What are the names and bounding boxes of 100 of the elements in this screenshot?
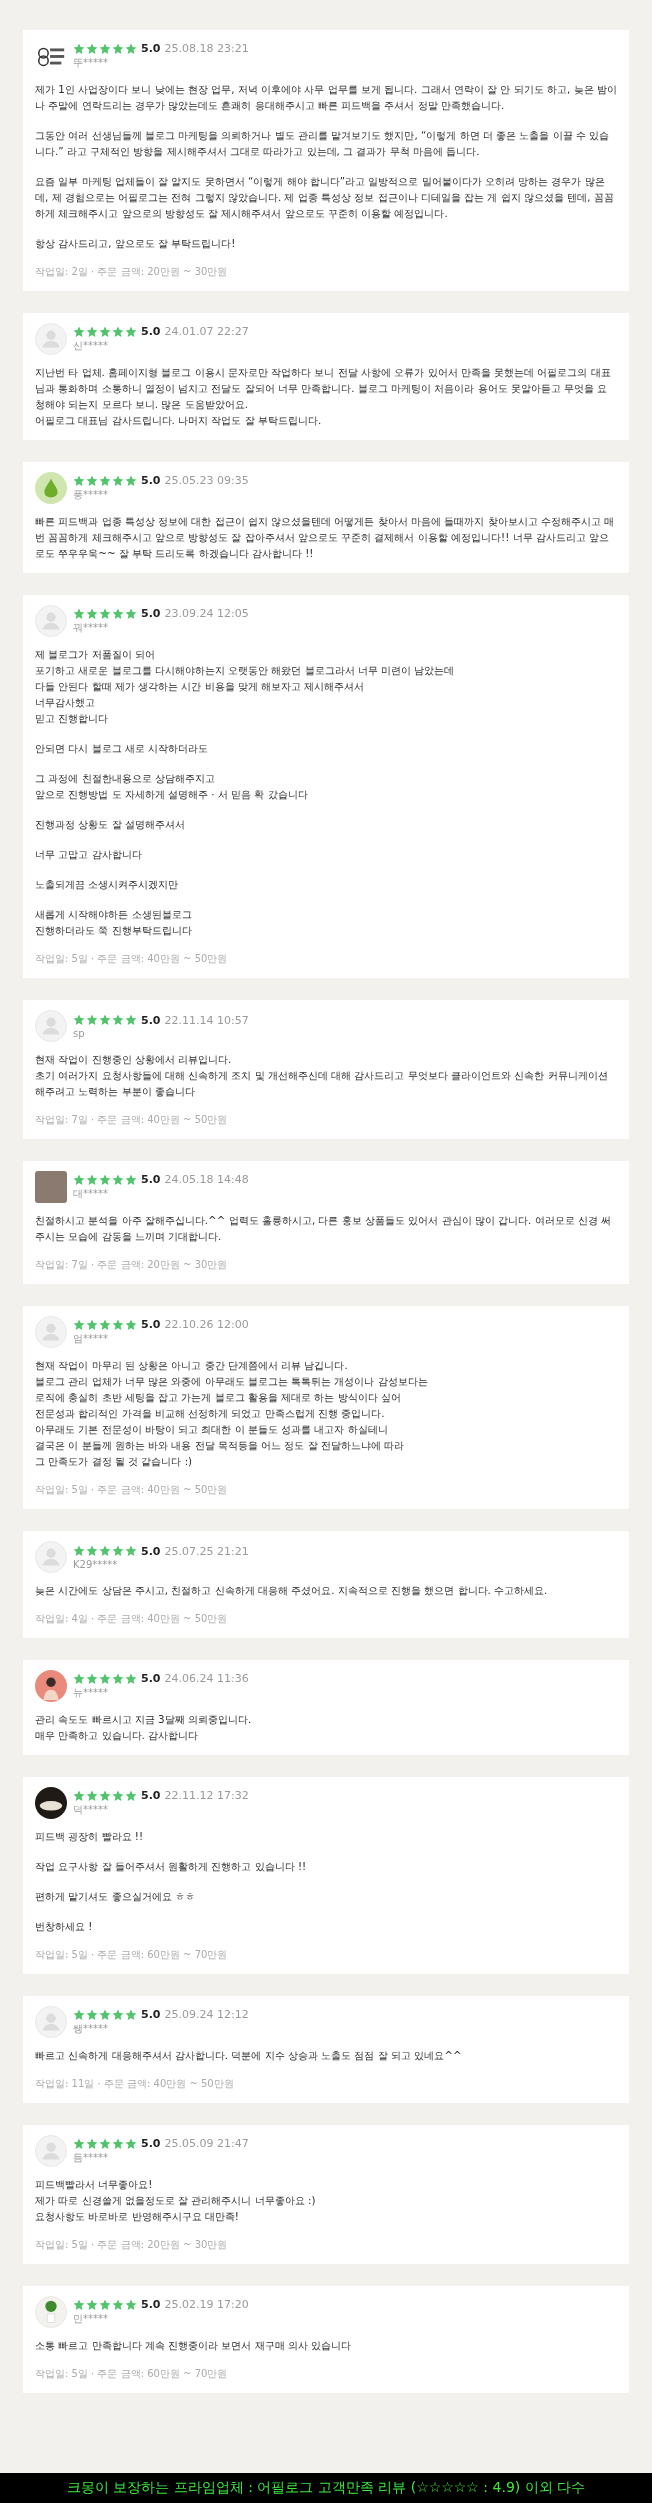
star-icon: [125, 1173, 137, 1186]
star-icon: [99, 1545, 111, 1557]
review-text: 소통 빠르고 만족합니다 계속 진행중이라 보면서 재구매 의사 있습니다: [35, 2338, 353, 2353]
star-icon: [73, 2008, 85, 2021]
review-date: 22.11.14 10:57: [164, 1013, 249, 1027]
review-text: 번창하세요 !: [35, 1919, 94, 1934]
star-icon: [73, 1545, 85, 1557]
rating-score: 5.0: [141, 2008, 161, 2021]
star-icon: [73, 2137, 85, 2150]
star-icon: [112, 1014, 124, 1026]
star-icon: [112, 1318, 124, 1331]
review-text: 현재 작업이 진행중인 상황에서 리뷰입니다. 초기 여러가지 요청사항들에 대해 신속하게 조치 및 개선해주신데 대해 감사드리고 무엇보다 클라이언트와 신속한 커뮤니케이션 해주려고 노력하는 부분이 좋습니다: [35, 1052, 609, 1099]
star-icon: [86, 325, 98, 338]
reviewer-name: 뉴*****: [73, 1686, 109, 1700]
star-icon: [125, 2298, 137, 2311]
reviewer-name: 민*****: [73, 2312, 109, 2326]
star-icon: [99, 1318, 111, 1331]
order-info: 작업일: 7일 · 주문 금액: 40만원 ~ 50만원: [35, 1113, 229, 1127]
star-icon: [99, 1789, 111, 1802]
default-avatar-icon: [35, 1010, 67, 1042]
order-info: 작업일: 5일 · 주문 금액: 60만원 ~ 70만원: [35, 2367, 229, 2381]
order-info: 작업일: 5일 · 주문 금액: 60만원 ~ 70만원: [35, 1948, 229, 1962]
star-icon: [125, 2008, 137, 2021]
rating-score: 5.0: [141, 1544, 161, 1558]
reviewer-name: 풍*****: [73, 488, 109, 502]
review-date: 25.05.23 09:35: [164, 474, 249, 487]
review-text: 항상 감사드리고, 앞으로도 잘 부탁드립니다!: [35, 236, 237, 251]
star-icon: [99, 2298, 111, 2311]
review-text: 빠르고 신속하게 대응해주셔서 감사합니다. 덕분에 지수 상승과 노출도 점점 잘 되고 있네요^^: [35, 2048, 463, 2063]
star-icon: [86, 1014, 98, 1026]
star-icon: [125, 1318, 137, 1331]
default-avatar-icon: [35, 2006, 67, 2038]
review-text: 새롭게 시작해야하든 소생된블로그 진행하더라도 쭉 진행부탁드립니다: [35, 907, 193, 938]
rating-score: 5.0: [141, 2137, 161, 2150]
star-icon: [125, 1014, 137, 1026]
review-text: 노출되게끔 소생시켜주시겠지만: [35, 877, 180, 892]
star-icon: [73, 607, 85, 620]
star-icon: [86, 1545, 98, 1557]
star-icon: [112, 1789, 124, 1802]
reviewer-name: 대*****: [73, 1187, 109, 1201]
rating-score: 5.0: [141, 42, 161, 55]
reviewer-name: K29*****: [73, 1558, 119, 1570]
reviewer-name: 신*****: [73, 339, 109, 353]
star-icon: [86, 2137, 98, 2150]
star-icon: [86, 1672, 98, 1685]
star-icon: [112, 2137, 124, 2150]
review-date: 25.07.25 21:21: [164, 1544, 249, 1558]
star-icon: [125, 2137, 137, 2150]
star-icon: [99, 474, 111, 487]
review-text: 관리 속도도 빠르시고 지금 3달째 의뢰중입니다. 매우 만족하고 있습니다. 감사합니다: [35, 1712, 253, 1743]
review-text: 제가 1인 사업장이다 보니 낮에는 현장 업무, 저녁 이후에야 사무 업무를 보게 됩니다. 그래서 연락이 잘 안 되기도 하고, 늦은 밤이나 주말에 연락드리는 경우가 많았는데도 흔쾌히 응대해주시고 빠른 피드백을 주셔서 정말 만족했습니다.: [35, 82, 617, 113]
star-icon: [73, 1173, 85, 1186]
star-icon: [125, 42, 137, 55]
review-date: 24.06.24 11:36: [164, 1672, 249, 1685]
star-icon: [99, 1173, 111, 1186]
star-icon: [112, 607, 124, 620]
star-icon: [86, 2008, 98, 2021]
star-icon: [99, 1672, 111, 1685]
rating-score: 5.0: [141, 474, 161, 487]
star-icon: [125, 607, 137, 620]
review-text: 현재 작업이 마무리 된 상황은 아니고 중간 단계쯤에서 리뷰 남깁니다. 블로그 관리 업체가 너무 많은 와중에 아무래도 블로그는 톡톡튀는 개성이나 감성보다는 로직에 충실히 초반 세팅을 잡고 가는게 블로그 활용을 제대로 하는 방식이다 싶어 전문성과 합리적인 가격을 비교해 선정하게 되었고 만족스럽게 진행 중입니다. 아무래도 기본 전문성이 바탕이 되고 최대한 이 분들도 성과를 내고자 하실테니 결국은 이 분들께 원하는 바와 내용 전달 목적등을 어느 정도 잘 전달하느냐에 따라 그 만족도가 결정 될 것 같습니다 :): [35, 1358, 429, 1469]
reviewer-name: 덕*****: [73, 1803, 109, 1817]
review-date: 25.05.09 21:47: [164, 2137, 249, 2150]
reviewer-name: 꿔*****: [73, 621, 109, 635]
star-icon: [125, 474, 137, 487]
review-text: 작업 요구사항 잘 들어주셔서 원활하게 진행하고 있습니다 !!: [35, 1859, 308, 1874]
order-info: 작업일: 11일 · 주문 금액: 40만원 ~ 50만원: [35, 2077, 235, 2091]
review-date: 22.10.26 12:00: [164, 1318, 249, 1331]
star-icon: [86, 42, 98, 55]
photo-placeholder: [35, 1171, 67, 1203]
review-text: 안되면 다시 블로그 새로 시작하더라도: [35, 741, 210, 756]
star-icon: [125, 325, 137, 338]
star-icon: [86, 2298, 98, 2311]
star-icon: [86, 1789, 98, 1802]
star-icon: [73, 1789, 85, 1802]
star-icon: [86, 1173, 98, 1186]
review-date: 25.02.19 17:20: [164, 2298, 249, 2311]
star-icon: [99, 2008, 111, 2021]
star-icon: [99, 607, 111, 620]
order-info: 작업일: 5일 · 주문 금액: 20만원 ~ 30만원: [35, 2238, 229, 2252]
review-text: 진행과정 상황도 잘 설명해주셔서: [35, 817, 186, 832]
person-avatar-icon: [35, 1670, 67, 1702]
star-icon: [112, 2298, 124, 2311]
star-icon: [86, 474, 98, 487]
review-text: 그동안 여러 선생님들께 블로그 마케팅을 의뢰하거나 별도 관리를 맡겨보기도 했지만, “이렇게 하면 더 좋은 노출을 이끌 수 있습니다.” 라고 구체적인 방향을 제시해주셔서 그대로 따라가고 있는데, 그 결과가 무척 마음에 듭니다.: [35, 128, 611, 159]
review-text: 편하게 맡기셔도 좋으실거에요 ㅎㅎ: [35, 1889, 196, 1904]
star-icon: [73, 1318, 85, 1331]
photo-avatar-icon: [35, 1787, 67, 1819]
review-text: 피드백 굉장히 빨라요 !!: [35, 1829, 145, 1844]
review-date: 25.09.24 12:12: [164, 2008, 249, 2021]
default-avatar-icon: [35, 323, 67, 355]
star-icon: [112, 42, 124, 55]
default-avatar-icon: [35, 605, 67, 637]
star-icon: [125, 1789, 137, 1802]
review-text: 제 블로그가 저품질이 되어 포기하고 새로운 블로그를 다시해야하는지 오랫동안 해왔던 블로그라서 너무 미련이 남았는데 다들 안된다 할때 제가 생각하는 시간 비용을 맞게 해보자고 제시해주셔서 너무감사했고 믿고 진행합니다: [35, 647, 456, 726]
star-icon: [86, 1318, 98, 1331]
star-icon: [73, 42, 85, 55]
star-icon: [73, 474, 85, 487]
star-icon: [99, 325, 111, 338]
footer-banner: 크몽이 보장하는 프라임업체 : 어필로그 고객만족 리뷰 (☆☆☆☆☆ : 4.9) 이외 다수: [0, 2473, 652, 2503]
